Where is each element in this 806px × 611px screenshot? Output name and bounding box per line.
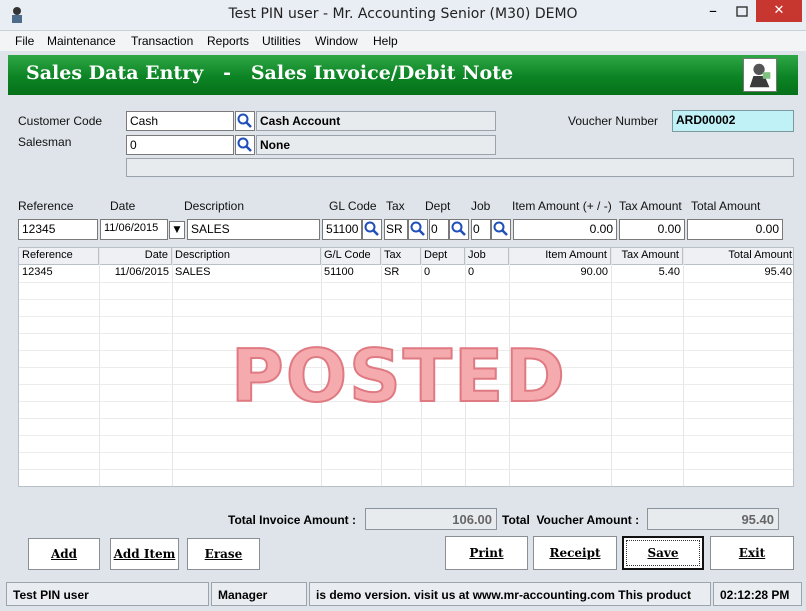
voucher-number-label: Voucher Number bbox=[568, 114, 659, 128]
cell-job[interactable]: 0 bbox=[465, 265, 509, 281]
col-header-description[interactable]: Description bbox=[172, 248, 321, 265]
job-lookup-button[interactable] bbox=[491, 219, 511, 240]
col-header-date[interactable]: Date bbox=[99, 248, 172, 265]
tax-label: Tax bbox=[386, 199, 405, 213]
total-invoice-label: Total Invoice Amount : bbox=[228, 513, 356, 527]
print-button[interactable]: Print bbox=[445, 536, 528, 570]
form-title: Sales Data Entry - Sales Invoice/Debit N… bbox=[26, 62, 514, 84]
col-header-item-amount[interactable]: Item Amount bbox=[509, 248, 611, 265]
status-role: Manager bbox=[211, 582, 307, 606]
col-header-job[interactable]: Job bbox=[465, 248, 509, 265]
user-icon bbox=[743, 58, 777, 92]
salesman-lookup-button[interactable] bbox=[235, 135, 255, 155]
save-button[interactable]: Save bbox=[622, 536, 704, 570]
reference-label: Reference bbox=[18, 199, 74, 213]
description-label: Description bbox=[184, 199, 245, 213]
menu-help[interactable]: Help bbox=[373, 34, 398, 48]
dept-input[interactable]: 0 bbox=[429, 219, 449, 240]
search-icon bbox=[237, 113, 252, 128]
total-voucher-amount: 95.40 bbox=[647, 508, 779, 530]
cell-description[interactable]: SALES bbox=[172, 265, 321, 281]
maximize-button[interactable] bbox=[728, 0, 756, 24]
search-icon bbox=[410, 221, 425, 236]
person-icon bbox=[749, 63, 771, 88]
total-invoice-amount: 106.00 bbox=[365, 508, 497, 530]
cell-tax[interactable]: SR bbox=[381, 265, 421, 281]
cell-reference[interactable]: 12345 bbox=[19, 265, 99, 281]
tax-amount-label: Tax Amount bbox=[619, 199, 682, 213]
col-header-dept[interactable]: Dept bbox=[421, 248, 465, 265]
window-title: Test PIN user - Mr. Accounting Senior (M… bbox=[228, 6, 578, 22]
title-bar: Test PIN user - Mr. Accounting Senior (M… bbox=[0, 0, 806, 31]
salesman-name-display: None bbox=[256, 135, 496, 155]
status-time: 02:12:28 PM bbox=[713, 582, 802, 606]
chevron-down-icon: ▼ bbox=[173, 225, 181, 235]
add-item-button[interactable]: Add Item bbox=[110, 538, 179, 570]
col-header-tax-amount[interactable]: Tax Amount bbox=[611, 248, 683, 265]
search-icon bbox=[451, 221, 466, 236]
salesman-input[interactable]: 0 bbox=[126, 135, 234, 155]
col-header-reference[interactable]: Reference bbox=[19, 248, 99, 265]
status-bar: Test PIN user Manager is demo version. v… bbox=[0, 578, 806, 611]
add-invoice-button[interactable]: Add Invoice bbox=[28, 538, 100, 591]
menu-utilities[interactable]: Utilities bbox=[262, 34, 301, 48]
menu-window[interactable]: Window bbox=[315, 34, 358, 48]
description-input[interactable]: SALES bbox=[187, 219, 320, 240]
exit-button[interactable]: Exit bbox=[710, 536, 794, 570]
cell-date[interactable]: 11/06/2015 bbox=[99, 265, 172, 281]
search-icon bbox=[493, 221, 508, 236]
customer-code-input[interactable]: Cash bbox=[126, 111, 234, 131]
job-input[interactable]: 0 bbox=[471, 219, 491, 240]
reference-input[interactable]: 12345 bbox=[18, 219, 98, 240]
cell-dept[interactable]: 0 bbox=[421, 265, 465, 281]
cell-item-amount[interactable]: 90.00 bbox=[509, 265, 611, 281]
menu-maintenance[interactable]: Maintenance bbox=[47, 34, 116, 48]
date-dropdown-button[interactable]: ▼ bbox=[169, 221, 185, 239]
customer-lookup-button[interactable] bbox=[235, 111, 255, 131]
total-amount-label: Total Amount bbox=[691, 199, 761, 213]
close-button[interactable]: ✕ bbox=[756, 0, 802, 22]
form-header: Sales Data Entry - Sales Invoice/Debit N… bbox=[8, 55, 798, 95]
total-voucher-label: Total Voucher Amount : bbox=[502, 513, 640, 527]
erase-item-button[interactable]: Erase Item bbox=[187, 538, 260, 591]
gl-code-input[interactable]: 51100 bbox=[322, 219, 362, 240]
item-amount-label: Item Amount (+ / -) bbox=[512, 199, 612, 213]
item-amount-input[interactable]: 0.00 bbox=[513, 219, 617, 240]
date-input[interactable]: 11/06/2015 bbox=[100, 219, 168, 240]
menu-bar: File Maintenance Transaction Reports Uti… bbox=[0, 31, 806, 51]
col-header-gl-code[interactable]: G/L Code bbox=[321, 248, 381, 265]
gl-code-label: GL Code bbox=[329, 199, 377, 213]
maximize-icon bbox=[736, 6, 748, 17]
posted-watermark: POSTED bbox=[230, 334, 567, 418]
status-message: is demo version. visit us at www.mr-acco… bbox=[309, 582, 711, 606]
menu-file[interactable]: File bbox=[15, 34, 34, 48]
items-grid[interactable]: Reference Date Description G/L Code Tax … bbox=[18, 247, 794, 487]
status-user: Test PIN user bbox=[6, 582, 209, 606]
date-label: Date bbox=[110, 199, 136, 213]
minimize-button[interactable]: – bbox=[698, 0, 728, 24]
voucher-number-input[interactable]: ARD00002 bbox=[672, 110, 794, 132]
search-icon bbox=[364, 221, 379, 236]
cell-tax-amount[interactable]: 5.40 bbox=[611, 265, 683, 281]
menu-reports[interactable]: Reports bbox=[207, 34, 249, 48]
cell-total-amount[interactable]: 95.40 bbox=[683, 265, 793, 281]
col-header-tax[interactable]: Tax bbox=[381, 248, 421, 265]
salesman-label: Salesman bbox=[18, 135, 72, 149]
menu-transaction[interactable]: Transaction bbox=[131, 34, 193, 48]
customer-name-display: Cash Account bbox=[256, 111, 496, 131]
receipt-button[interactable]: Receipt bbox=[533, 536, 617, 570]
dept-label: Dept bbox=[425, 199, 451, 213]
gl-code-lookup-button[interactable] bbox=[362, 219, 382, 240]
tax-lookup-button[interactable] bbox=[408, 219, 428, 240]
customer-code-label: Customer Code bbox=[18, 114, 103, 128]
search-icon bbox=[237, 137, 252, 152]
tax-amount-input[interactable]: 0.00 bbox=[619, 219, 685, 240]
col-header-total-amount[interactable]: Total Amount bbox=[683, 248, 793, 265]
job-label: Job bbox=[471, 199, 491, 213]
tax-input[interactable]: SR bbox=[384, 219, 408, 240]
dept-lookup-button[interactable] bbox=[449, 219, 469, 240]
remarks-field bbox=[126, 158, 794, 177]
total-amount-input[interactable]: 0.00 bbox=[687, 219, 783, 240]
cell-gl-code[interactable]: 51100 bbox=[321, 265, 381, 281]
